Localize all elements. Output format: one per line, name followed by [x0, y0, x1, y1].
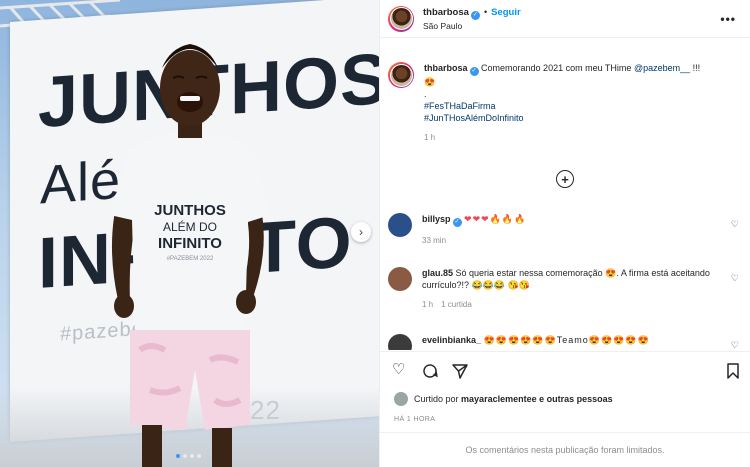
comment-body: 😍😍😍😍😍😍Teamo😍😍😍😍😍 — [483, 335, 650, 345]
liked-by-prefix: Curtido por — [414, 394, 459, 404]
instagram-post: JUNTHOS Além INFINITO #pazebem 22 — [0, 0, 750, 467]
person-figure: JUNTHOS ALÉM DO INFINITO #PAZEBEM 2022 — [110, 44, 270, 467]
liked-by-others[interactable]: e outras pessoas — [539, 394, 613, 404]
shirt-text-3: INFINITO — [158, 235, 222, 252]
caption-text: thbarbosa ✓ Comemorando 2021 com meu THim… — [424, 62, 724, 144]
carousel-dot — [183, 454, 187, 458]
carousel-dot — [190, 454, 194, 458]
comment-username[interactable]: evelinbianka_ — [422, 335, 481, 345]
liked-by: Curtido por mayaraclementee e outras pes… — [394, 392, 613, 406]
like-comment-icon[interactable]: ♡ — [731, 340, 739, 350]
comment-time[interactable]: 1 h — [422, 300, 433, 309]
verified-badge-icon: ✓ — [452, 218, 462, 227]
caption-time[interactable]: 1 h — [424, 133, 435, 142]
commenter-avatar[interactable] — [388, 213, 412, 237]
comment-item: glau.85 Só queria estar nessa comemoraçã… — [388, 267, 743, 311]
caption-mention[interactable]: @pazebem__ — [634, 63, 690, 73]
hashtag-junthos[interactable]: #JunTHosAlémDoInfinito — [424, 113, 524, 123]
bookmark-icon[interactable] — [726, 363, 740, 379]
header-text: thbarbosa ✓ • Seguir São Paulo — [423, 6, 521, 32]
caption-body: Comemorando 2021 com meu THime — [481, 63, 632, 73]
caption-username[interactable]: thbarbosa — [424, 63, 468, 73]
heart-outline-icon[interactable]: ♡ — [392, 362, 405, 378]
caption-meta: 1 h — [424, 132, 724, 144]
paper-plane-icon[interactable] — [452, 363, 468, 379]
avatar-photo — [389, 7, 413, 30]
comment-item: billysp ✓ ❤❤❤🔥🔥🔥 33 min ♡ — [388, 213, 743, 247]
post-date[interactable]: HÁ 1 HORA — [394, 416, 435, 423]
shirt-text-2: ALÉM DO — [163, 219, 217, 234]
caption-trailing: !!! — [692, 63, 701, 73]
carousel-dot-active — [176, 454, 180, 458]
comment-username[interactable]: billysp — [422, 214, 451, 224]
post-header: thbarbosa ✓ • Seguir São Paulo ••• — [380, 0, 750, 38]
liker-avatar[interactable] — [394, 392, 408, 406]
shirt-text-1: JUNTHOS — [154, 202, 226, 219]
comment-body: ❤❤❤🔥🔥🔥 — [464, 214, 527, 224]
caption-dot: . — [424, 89, 427, 99]
comment-body: Só queria estar nessa comemoração 😍. A f… — [422, 268, 710, 290]
liked-by-user[interactable]: mayaraclementee — [461, 394, 537, 404]
comment-meta: 33 min — [422, 235, 722, 247]
comment-meta: 1 h 1 curtida — [422, 299, 722, 311]
comment-icon[interactable] — [422, 363, 438, 379]
heart-eyes-emoji: 😍 — [424, 77, 436, 87]
comment-likes[interactable]: 1 curtida — [441, 300, 472, 309]
next-photo-button[interactable]: › — [351, 222, 371, 242]
action-bar: ♡ — [380, 351, 750, 391]
comment-item: evelinbianka_ 😍😍😍😍😍😍Teamo😍😍😍😍😍 ♡ — [388, 334, 743, 350]
comment-time[interactable]: 33 min — [422, 236, 446, 245]
comment-text: glau.85 Só queria estar nessa comemoraçã… — [422, 267, 722, 311]
separator-dot: • — [483, 6, 488, 17]
location-link[interactable]: São Paulo — [423, 20, 521, 32]
shirt-text-small: #PAZEBEM 2022 — [167, 256, 214, 262]
avatar-photo — [389, 63, 413, 87]
comments-limited-notice: Os comentários nesta publicação foram li… — [380, 432, 750, 467]
comment-username[interactable]: glau.85 — [422, 268, 453, 278]
comments-section[interactable]: thbarbosa ✓ Comemorando 2021 com meu THim… — [380, 50, 750, 350]
chevron-right-icon: › — [359, 225, 363, 239]
caption-avatar[interactable] — [388, 62, 414, 88]
verified-badge-icon: ✓ — [469, 67, 479, 76]
post-side-panel: thbarbosa ✓ • Seguir São Paulo ••• thbarbos… — [379, 0, 750, 467]
author-avatar[interactable] — [388, 5, 414, 32]
like-comment-icon[interactable]: ♡ — [731, 273, 739, 284]
follow-button[interactable]: Seguir — [491, 7, 521, 18]
post-photo[interactable]: JUNTHOS Além INFINITO #pazebem 22 — [0, 0, 379, 467]
verified-badge-icon: ✓ — [470, 10, 480, 20]
caption: thbarbosa ✓ Comemorando 2021 com meu THim… — [388, 62, 743, 144]
comment-text: billysp ✓ ❤❤❤🔥🔥🔥 33 min — [422, 213, 722, 247]
like-comment-icon[interactable]: ♡ — [731, 219, 739, 230]
commenter-avatar[interactable] — [388, 334, 412, 350]
more-options-icon[interactable]: ••• — [720, 12, 736, 26]
hashtag-festha[interactable]: #FesTHaDaFirma — [424, 101, 496, 111]
carousel-indicator — [176, 454, 201, 458]
carousel-dot — [197, 454, 201, 458]
commenter-avatar[interactable] — [388, 267, 412, 291]
author-username[interactable]: thbarbosa — [423, 7, 469, 18]
load-more-comments-icon[interactable]: + — [556, 170, 574, 188]
comment-text: evelinbianka_ 😍😍😍😍😍😍Teamo😍😍😍😍😍 — [422, 334, 722, 350]
